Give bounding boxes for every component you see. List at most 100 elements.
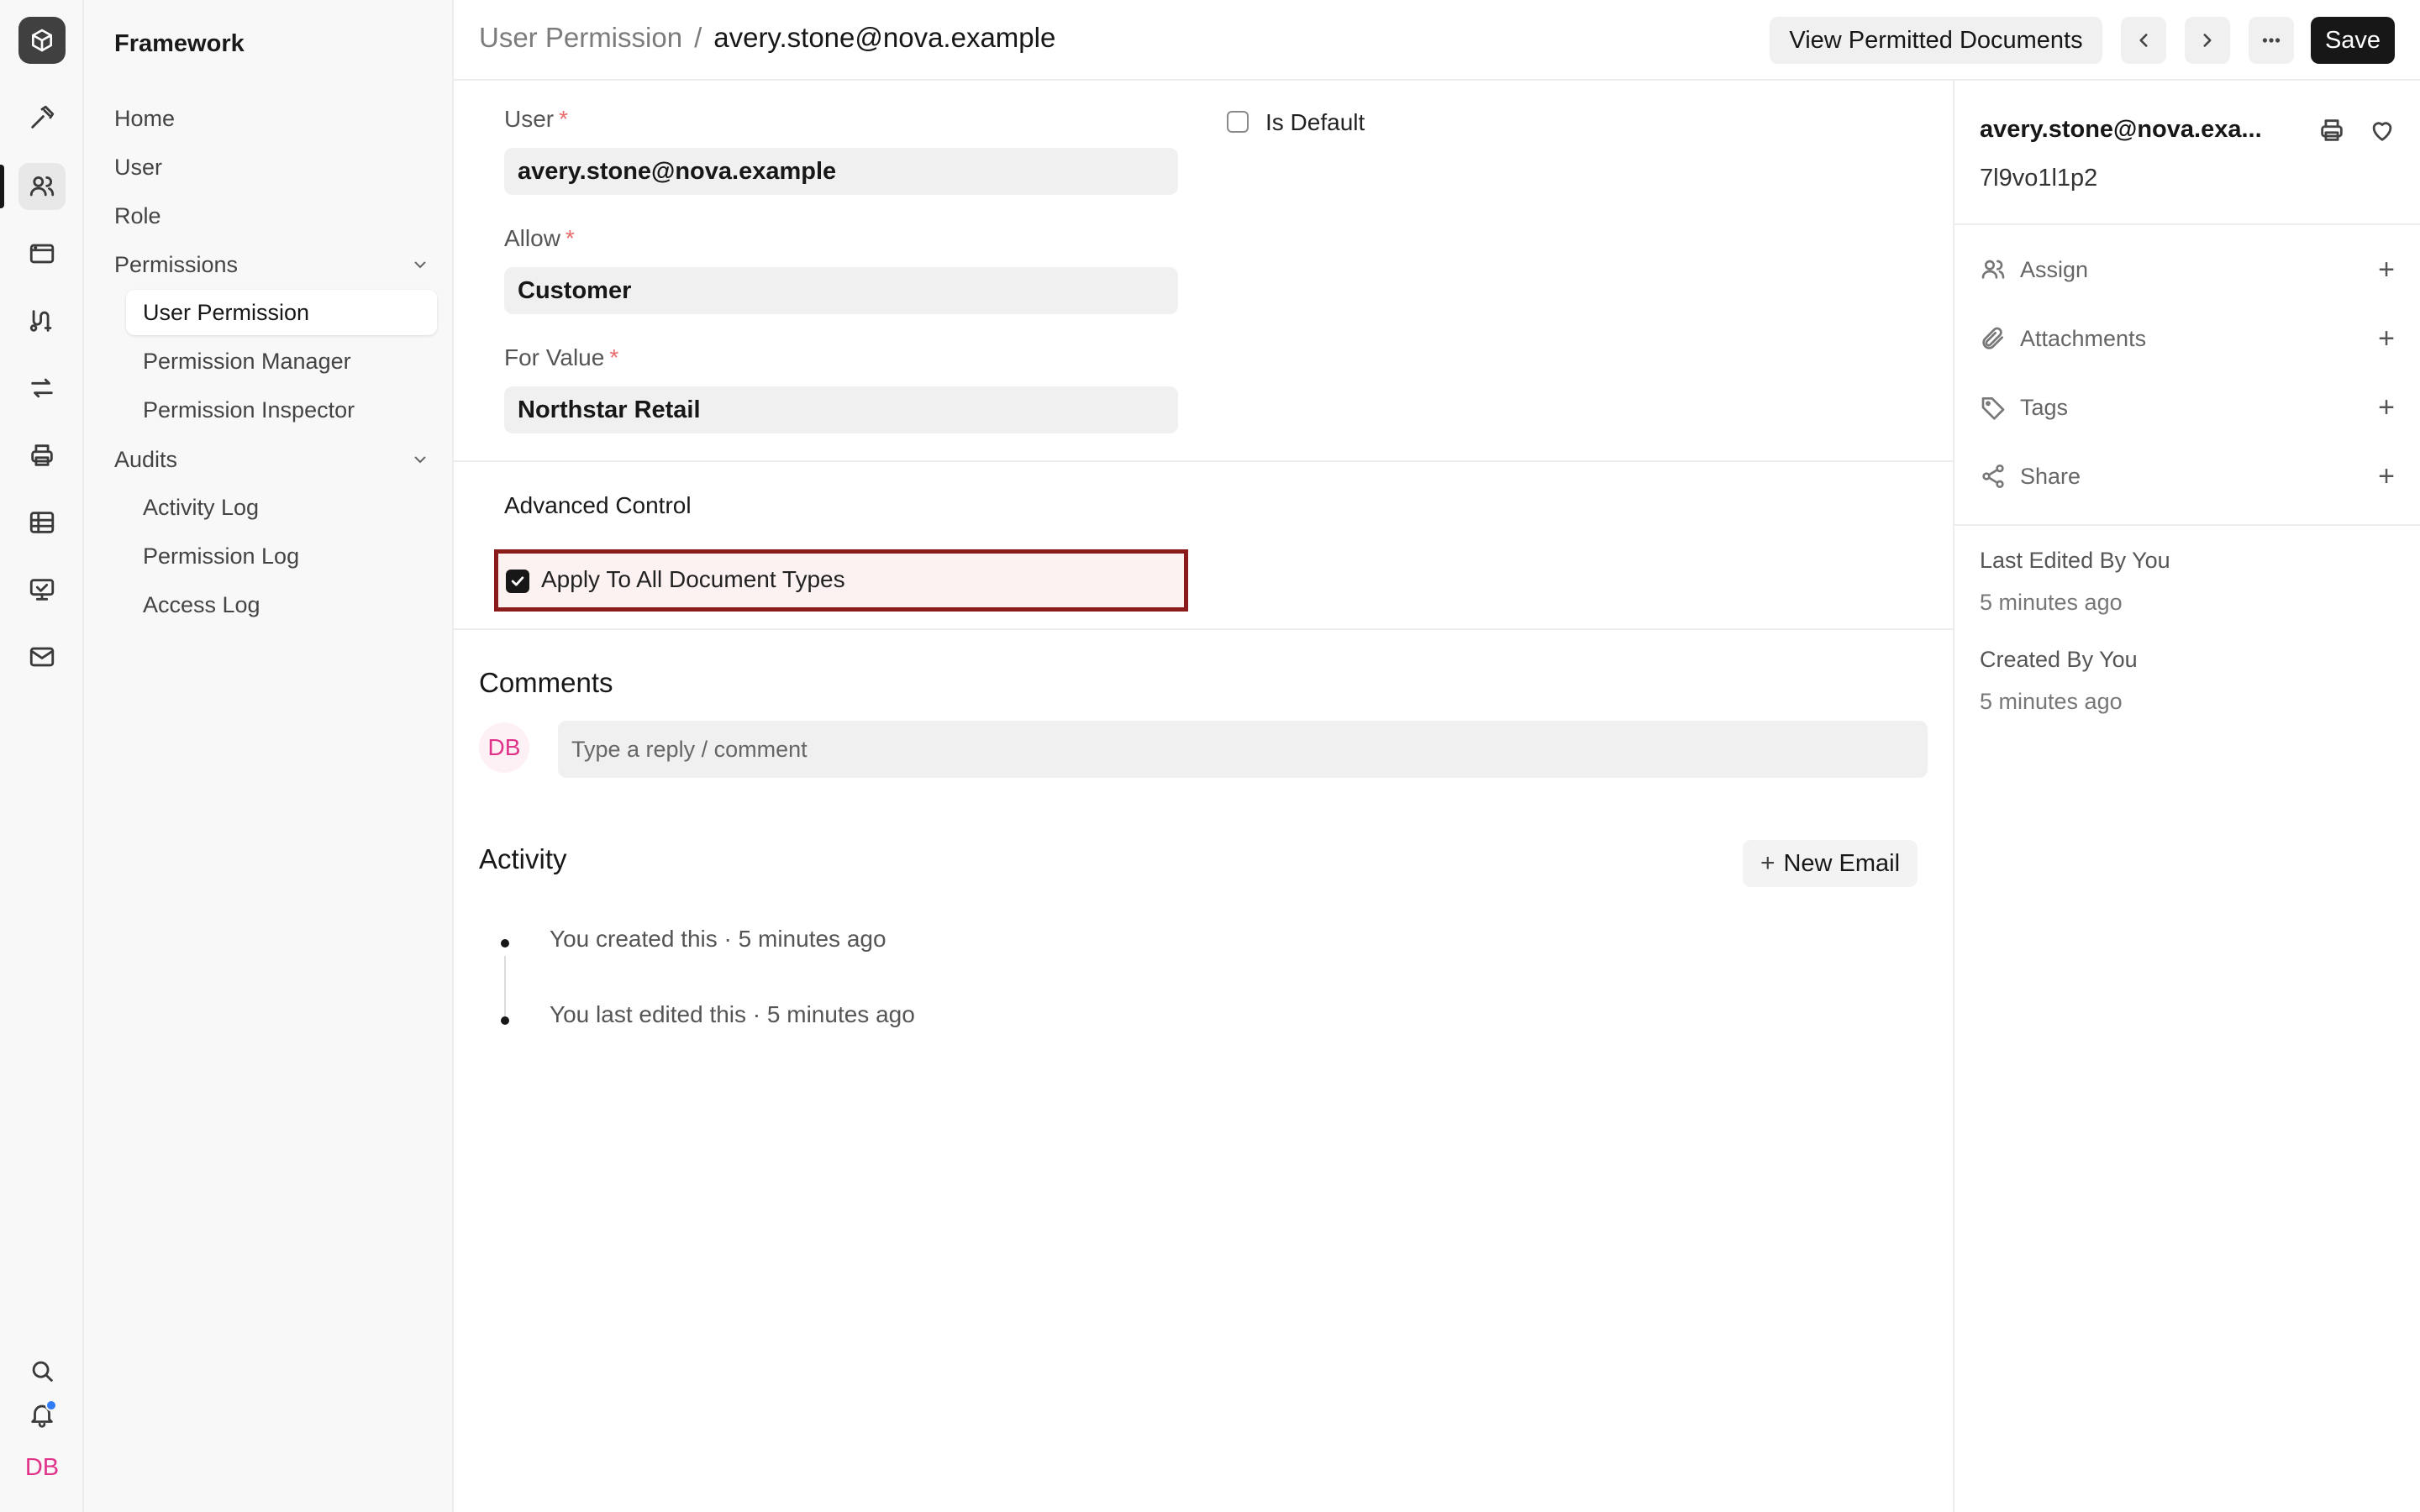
previous-button[interactable]	[2121, 17, 2166, 64]
assign-row[interactable]: Assign +	[1980, 249, 2395, 291]
tag-icon	[1981, 397, 2005, 420]
bell-icon[interactable]	[18, 1391, 66, 1438]
required-mark: *	[565, 225, 575, 251]
new-email-button[interactable]: + New Email	[1743, 840, 1918, 887]
sidebar-title: Framework	[114, 30, 245, 57]
icon-rail: DB	[0, 0, 84, 1512]
timeline-dot	[501, 939, 509, 948]
assign-left: Assign	[1980, 256, 2088, 283]
breadcrumb-current: avery.stone@nova.example	[713, 22, 1056, 53]
add-attachment-icon[interactable]: +	[2378, 323, 2395, 355]
view-permitted-documents-button[interactable]: View Permitted Documents	[1770, 17, 2102, 64]
allow-field-label: Allow *	[504, 225, 575, 252]
attachments-label: Attachments	[2020, 325, 2147, 351]
paperclip-icon	[1982, 327, 2003, 349]
users-icon	[1981, 260, 2005, 279]
sidebar-item-home[interactable]: Home	[114, 97, 175, 139]
sidebar-item-access-log[interactable]: Access Log	[126, 582, 437, 627]
share-icon	[1982, 465, 2004, 488]
mail-icon[interactable]	[18, 633, 66, 680]
tags-row[interactable]: Tags +	[1980, 386, 2395, 428]
connections-icon[interactable]	[18, 297, 66, 344]
users-icon[interactable]	[18, 163, 66, 210]
save-button[interactable]: Save	[2311, 17, 2395, 64]
activity-entry: You created this · 5 minutes ago	[550, 926, 886, 952]
right-panel: avery.stone@nova.exa... 7l9vo1l1p2 Assig…	[1954, 81, 2420, 1512]
heart-icon[interactable]	[2368, 116, 2396, 144]
comment-input[interactable]: Type a reply / comment	[558, 721, 1928, 778]
chevron-down-icon	[414, 261, 426, 269]
activity-entry: You last edited this · 5 minutes ago	[550, 1001, 915, 1027]
last-edited-label: Last Edited By You	[1980, 548, 2170, 573]
sidebar-item-user-permission[interactable]: User Permission	[126, 290, 437, 335]
comments-title: Comments	[479, 667, 613, 698]
main-form: User * avery.stone@nova.example Allow * Cu…	[454, 81, 1954, 1512]
user-label-text: User	[504, 106, 555, 132]
sidebar-group-audits[interactable]: Audits	[114, 438, 430, 480]
hammer-icon[interactable]	[18, 94, 66, 141]
arrows-swap-icon[interactable]	[18, 365, 66, 412]
breadcrumb: User Permission / avery.stone@nova.examp…	[479, 22, 1055, 54]
panel-divider	[1954, 524, 2420, 526]
add-assign-icon[interactable]: +	[2378, 254, 2395, 286]
next-button[interactable]	[2185, 17, 2230, 64]
required-mark: *	[559, 106, 569, 132]
sidebar-item-permission-log[interactable]: Permission Log	[126, 533, 437, 579]
share-row[interactable]: Share +	[1980, 455, 2395, 497]
add-tag-icon[interactable]: +	[2378, 391, 2395, 424]
is-default-label: Is Default	[1265, 109, 1365, 135]
chevron-left-icon	[2139, 34, 2148, 47]
table-icon[interactable]	[18, 499, 66, 546]
search-icon[interactable]	[18, 1347, 66, 1394]
chevron-down-icon	[414, 456, 426, 464]
created-time: 5 minutes ago	[1980, 689, 2123, 714]
section-divider	[454, 628, 1954, 630]
chevron-right-icon	[2203, 34, 2212, 47]
section-divider	[454, 460, 1954, 462]
sidebar-group-permissions[interactable]: Permissions	[114, 244, 430, 286]
comment-avatar: DB	[479, 722, 529, 773]
check-icon	[511, 576, 524, 586]
printer-icon[interactable]	[18, 432, 66, 479]
app-logo-icon[interactable]	[18, 17, 66, 64]
sidebar-group-label: Permissions	[114, 251, 239, 277]
attachments-left: Attachments	[1980, 325, 2146, 352]
add-share-icon[interactable]: +	[2378, 460, 2395, 493]
plus-icon: +	[1760, 849, 1776, 877]
monitor-icon[interactable]	[18, 566, 66, 613]
share-label: Share	[2020, 463, 2081, 489]
sidebar-item-role[interactable]: Role	[114, 195, 161, 237]
required-mark: *	[609, 344, 619, 370]
advanced-control-title: Advanced Control	[504, 492, 692, 518]
assign-label: Assign	[2020, 256, 2089, 282]
sidebar-item-permission-inspector[interactable]: Permission Inspector	[126, 387, 437, 433]
browser-icon[interactable]	[18, 230, 66, 277]
sidebar-item-user[interactable]: User	[114, 146, 162, 188]
user-avatar[interactable]: DB	[18, 1446, 66, 1488]
sidebar-item-permission-manager[interactable]: Permission Manager	[126, 339, 437, 384]
is-default-checkbox[interactable]	[1227, 111, 1249, 133]
document-id: 7l9vo1l1p2	[1980, 165, 2098, 192]
notification-dot	[45, 1399, 57, 1411]
tags-label: Tags	[2020, 394, 2069, 420]
timeline-line	[504, 956, 506, 1016]
breadcrumb-parent[interactable]: User Permission	[479, 22, 682, 54]
print-icon[interactable]	[2317, 116, 2346, 144]
created-label: Created By You	[1980, 647, 2138, 672]
apply-all-checkbox[interactable]	[506, 570, 529, 593]
attachments-row[interactable]: Attachments +	[1980, 318, 2395, 360]
for-value-field[interactable]: Northstar Retail	[504, 386, 1178, 433]
panel-divider	[1954, 223, 2420, 225]
breadcrumb-separator: /	[694, 22, 702, 53]
allow-label-text: Allow	[504, 225, 560, 251]
top-bar: User Permission / avery.stone@nova.examp…	[454, 0, 2420, 81]
allow-field[interactable]: Customer	[504, 267, 1178, 314]
last-edited-time: 5 minutes ago	[1980, 590, 2123, 615]
more-options-button[interactable]	[2249, 17, 2294, 64]
ellipsis-icon	[2262, 38, 2281, 43]
sidebar-item-activity-log[interactable]: Activity Log	[126, 485, 437, 530]
user-field[interactable]: avery.stone@nova.example	[504, 148, 1178, 195]
apply-all-label: Apply To All Document Types	[541, 566, 845, 592]
active-indicator	[0, 165, 4, 208]
timeline-dot	[501, 1016, 509, 1025]
